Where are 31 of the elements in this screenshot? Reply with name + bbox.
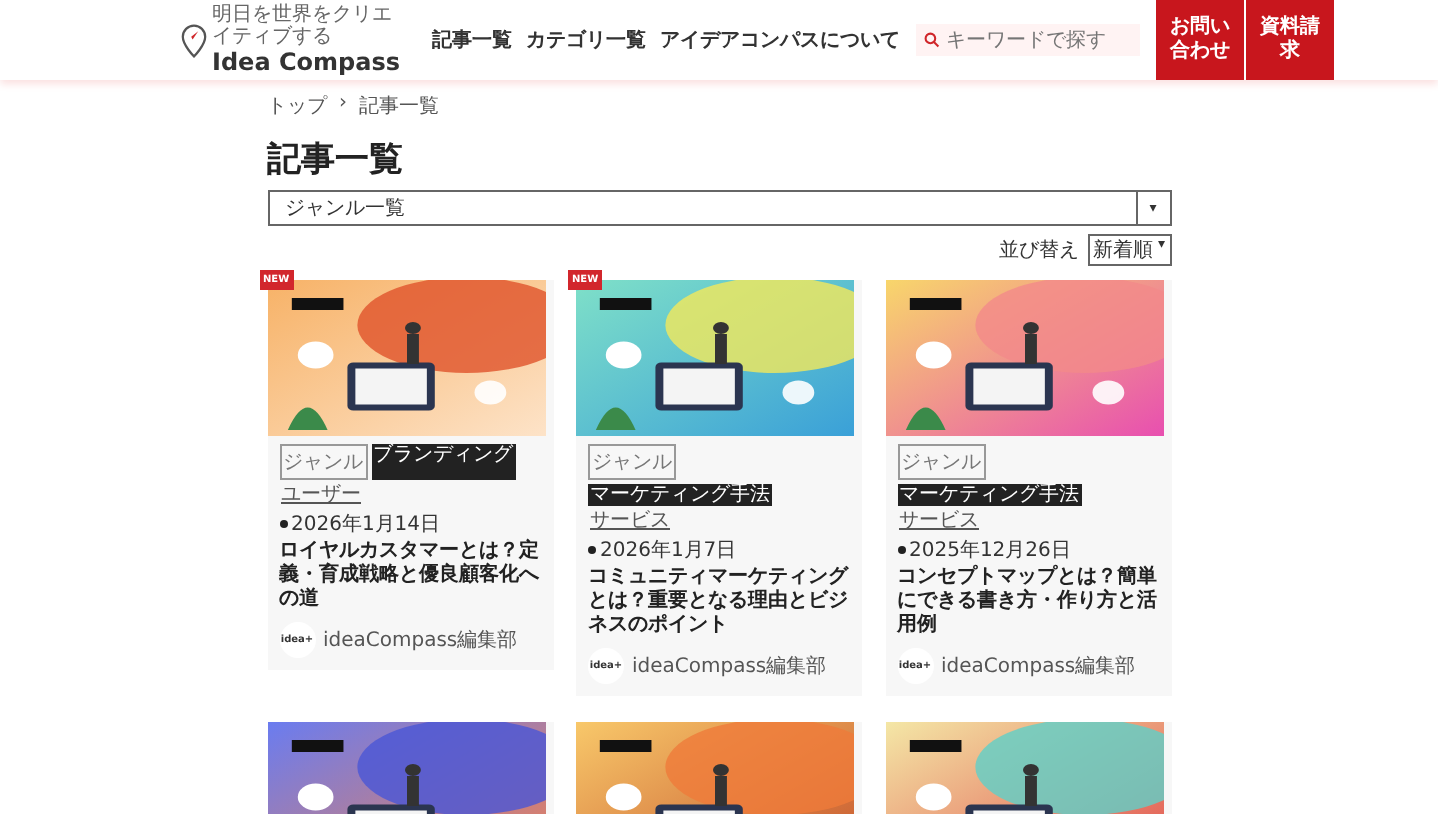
nav-link[interactable]: カテゴリ一覧 bbox=[526, 26, 646, 54]
tag-label[interactable]: マーケティング手法 bbox=[588, 484, 772, 506]
article-title[interactable]: ロイヤルカスタマーとは？定義・育成戦略と優良顧客化への道 bbox=[279, 540, 541, 612]
tag-label[interactable]: マーケティング手法 bbox=[897, 484, 1081, 506]
tag-label[interactable]: ジャンル bbox=[897, 444, 985, 480]
tagline: 明日を世界をクリエイティブする bbox=[212, 4, 394, 48]
tag-label[interactable]: サービス bbox=[588, 510, 672, 532]
publish-date: 2026年1月14日 bbox=[279, 510, 541, 538]
nav-link[interactable]: 記事一覧 bbox=[432, 26, 512, 54]
nav-link[interactable]: アイデアコンパスについて bbox=[660, 26, 900, 54]
page-title: 記事一覧 bbox=[267, 138, 405, 182]
search-field[interactable]: キーワードで探す bbox=[916, 24, 1140, 56]
publish-date: 2025年12月26日 bbox=[897, 536, 1159, 564]
article-title[interactable]: コミュニティマーケティングとは？重要となる理由とビジネスのポイント bbox=[588, 566, 850, 638]
header-button[interactable]: お問い合わせ bbox=[1156, 0, 1244, 80]
publish-date: 2026年1月7日 bbox=[588, 536, 850, 564]
tag-label[interactable]: サービス bbox=[897, 510, 981, 532]
author-name: ideaCompass編集部 bbox=[323, 627, 518, 654]
tag-label[interactable]: ジャンル bbox=[279, 444, 367, 480]
tag-label[interactable]: ブランディング bbox=[371, 444, 515, 480]
site-logo[interactable]: Idea Compass bbox=[212, 48, 400, 76]
author-name: ideaCompass編集部 bbox=[632, 653, 827, 680]
tag-label[interactable]: ユーザー bbox=[279, 484, 363, 506]
sort-label: 並び替え bbox=[999, 237, 1079, 264]
breadcrumb-separator: › bbox=[339, 92, 347, 118]
breadcrumb-link[interactable]: 記事一覧 bbox=[359, 92, 439, 120]
article-title[interactable]: コンセプトマップとは？簡単にできる書き方・作り方と活用例 bbox=[897, 566, 1159, 638]
author-name: ideaCompass編集部 bbox=[941, 653, 1136, 680]
header-button[interactable]: 資料請求 bbox=[1246, 0, 1334, 80]
tag-label[interactable]: ジャンル bbox=[588, 444, 676, 480]
breadcrumb-link[interactable]: トップ bbox=[267, 92, 327, 120]
